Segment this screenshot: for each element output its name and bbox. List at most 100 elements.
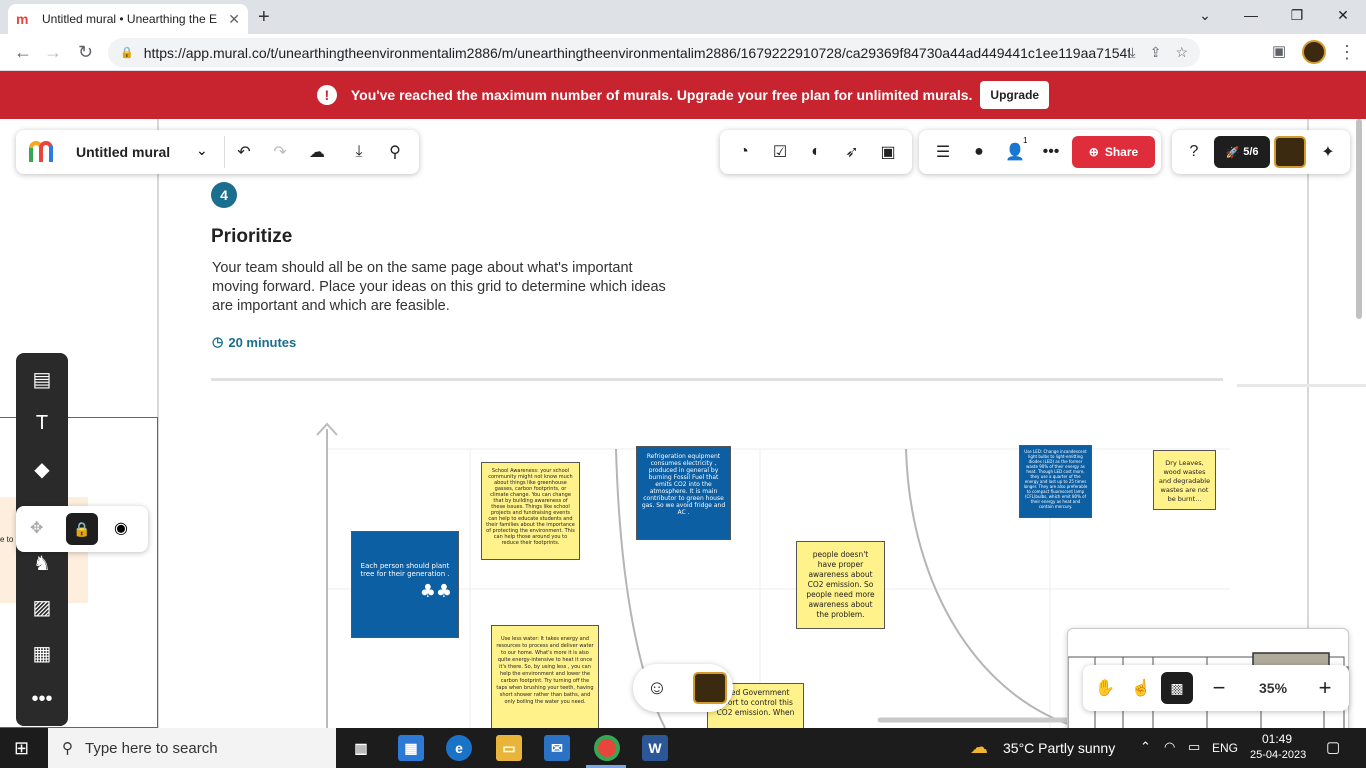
zoom-out-icon[interactable]: − bbox=[1201, 670, 1237, 706]
help-icon[interactable]: ? bbox=[1176, 134, 1212, 170]
install-icon[interactable]: ⤓ bbox=[1130, 44, 1136, 61]
side-panel-icon[interactable]: ▣ bbox=[1272, 42, 1286, 60]
search-icon[interactable]: ⚲ bbox=[377, 134, 413, 170]
close-tab-icon[interactable]: ✕ bbox=[228, 11, 240, 28]
tab-title: Untitled mural • Unearthing the E bbox=[42, 12, 217, 26]
zoom-in-icon[interactable]: + bbox=[1307, 670, 1343, 706]
upgrade-banner: ! You've reached the maximum number of m… bbox=[0, 71, 1366, 119]
browser-tab[interactable]: m Untitled mural • Unearthing the E ✕ bbox=[8, 4, 248, 34]
mural-title-bar: Untitled mural ⌄ ↶ ↷ ☁ ⤓ ⚲ bbox=[16, 130, 419, 174]
clock-time[interactable]: 01:49 bbox=[1262, 732, 1292, 746]
shapes-icon[interactable]: ◆ bbox=[24, 451, 60, 487]
redo-icon[interactable]: ↷ bbox=[262, 134, 298, 170]
divider bbox=[224, 136, 225, 168]
area-controls: ✥ 🔒 ◉ bbox=[16, 506, 148, 552]
weather-icon: ☁ bbox=[970, 737, 988, 757]
new-tab-icon[interactable]: + bbox=[258, 6, 270, 29]
edge-icon[interactable]: e bbox=[446, 735, 472, 761]
mural-canvas[interactable]: e to rees e, o rten our ✹ 4 Prioritize Y… bbox=[0, 119, 1366, 728]
help-toolbar: ? 🚀 5/6 ✦ bbox=[1172, 130, 1350, 174]
mural-title[interactable]: Untitled mural bbox=[76, 144, 170, 160]
store-icon[interactable]: ▦ bbox=[398, 735, 424, 761]
share-page-icon[interactable]: ⇪ bbox=[1150, 44, 1162, 61]
reload-icon[interactable]: ↻ bbox=[78, 42, 93, 63]
rocket-icon: 🚀 bbox=[1225, 146, 1240, 159]
more-tools-icon[interactable]: ••• bbox=[24, 681, 60, 717]
sticky-note[interactable]: Refrigeration equipment consumes electri… bbox=[636, 446, 731, 540]
move-icon[interactable]: ✥ bbox=[30, 518, 43, 538]
file-explorer-icon[interactable]: ▭ bbox=[496, 735, 522, 761]
tab-search-icon[interactable]: ⌄ bbox=[1182, 0, 1228, 30]
browser-tab-bar: m Untitled mural • Unearthing the E ✕ + … bbox=[0, 0, 1366, 34]
voting-icon[interactable]: ☑ bbox=[762, 134, 798, 170]
user-avatar[interactable] bbox=[693, 672, 727, 704]
sparkle-icon[interactable]: ✦ bbox=[1310, 134, 1346, 170]
weather-text[interactable]: 35°C Partly sunny bbox=[1003, 740, 1115, 756]
network-icon[interactable]: ◠ bbox=[1164, 739, 1175, 755]
bookmark-star-icon[interactable]: ☆ bbox=[1175, 44, 1188, 61]
private-mode-icon[interactable]: ◐ bbox=[798, 134, 834, 170]
restore-icon[interactable]: ❐ bbox=[1274, 0, 1320, 30]
lock-area-icon[interactable]: 🔒 bbox=[66, 513, 98, 545]
share-button[interactable]: ⊕ Share bbox=[1072, 136, 1155, 168]
sticky-note[interactable]: Each person should plant tree for their … bbox=[351, 531, 459, 638]
map-icon[interactable]: ▩ bbox=[1161, 672, 1193, 704]
undo-icon[interactable]: ↶ bbox=[226, 134, 262, 170]
profile-avatar[interactable] bbox=[1302, 40, 1326, 64]
hand-icon[interactable]: ✋ bbox=[1087, 670, 1123, 706]
emoji-icon[interactable]: ☺ bbox=[639, 670, 675, 706]
comments-icon[interactable]: ● bbox=[961, 134, 997, 170]
sticky-note[interactable]: Use less water: It takes energy and reso… bbox=[491, 625, 599, 728]
task-view-icon[interactable]: ▥ bbox=[348, 735, 374, 761]
windows-start-icon[interactable]: ⊞ bbox=[14, 738, 29, 759]
vertical-scrollbar[interactable] bbox=[1356, 119, 1362, 319]
browser-menu-icon[interactable]: ⋮ bbox=[1338, 42, 1356, 63]
chrome-icon[interactable] bbox=[594, 735, 620, 761]
windows-taskbar: ⊞ ⚲ Type here to search ▥ ▦ e ▭ ✉ W ☁ 35… bbox=[0, 728, 1366, 768]
search-icon: ⚲ bbox=[62, 740, 73, 757]
sticky-note[interactable]: Use LED: Change incandescent light bulbs… bbox=[1019, 445, 1092, 518]
forward-icon[interactable]: → bbox=[44, 42, 62, 63]
chevron-down-icon[interactable]: ⌄ bbox=[196, 142, 208, 159]
sticky-note-icon[interactable]: ▤ bbox=[24, 361, 60, 397]
address-bar-row: ← → ↻ 🔒 https://app.mural.co/t/unearthin… bbox=[0, 34, 1366, 71]
text-icon[interactable]: T bbox=[24, 405, 60, 441]
sticky-note[interactable]: Dry Leaves, wood wastes and degradable w… bbox=[1153, 450, 1216, 510]
timer-icon[interactable]: ◔ bbox=[726, 134, 762, 170]
members-count-badge: 1 bbox=[1023, 136, 1028, 145]
chevron-up-icon[interactable]: ⌃ bbox=[1140, 739, 1151, 755]
url-field[interactable]: 🔒 https://app.mural.co/t/unearthingtheen… bbox=[108, 38, 1200, 67]
add-user-icon: ⊕ bbox=[1088, 145, 1099, 159]
outline-icon[interactable]: ☰ bbox=[925, 134, 961, 170]
taskbar-search[interactable]: ⚲ Type here to search bbox=[48, 728, 336, 768]
window-close-icon[interactable]: ✕ bbox=[1320, 0, 1366, 30]
lock-icon: 🔒 bbox=[120, 47, 134, 59]
minimize-icon[interactable]: — bbox=[1228, 0, 1274, 30]
more-options-icon[interactable]: ••• bbox=[1033, 134, 1069, 170]
select-hand-icon[interactable]: ☝ bbox=[1123, 670, 1159, 706]
battery-icon[interactable]: ▭ bbox=[1188, 739, 1200, 755]
reactions-bar: ☺ bbox=[633, 664, 733, 712]
word-icon[interactable]: W bbox=[642, 735, 668, 761]
notifications-icon[interactable]: ▢ bbox=[1326, 738, 1340, 756]
mural-logo-icon bbox=[29, 141, 53, 162]
sticky-note[interactable]: School Awareness: your school community … bbox=[481, 462, 580, 560]
mail-icon[interactable]: ✉ bbox=[544, 735, 570, 761]
image-icon[interactable]: ▨ bbox=[24, 589, 60, 625]
back-icon[interactable]: ← bbox=[14, 42, 32, 63]
language-indicator[interactable]: ENG bbox=[1212, 741, 1238, 755]
upgrade-button[interactable]: Upgrade bbox=[980, 81, 1050, 109]
mural-favicon-icon: m bbox=[16, 11, 29, 27]
tree-icon: ♣♣ bbox=[419, 581, 452, 602]
user-avatar[interactable] bbox=[1274, 136, 1306, 168]
clock-date[interactable]: 25-04-2023 bbox=[1250, 749, 1306, 761]
onboarding-progress-button[interactable]: 🚀 5/6 bbox=[1214, 136, 1270, 168]
download-icon[interactable]: ⤓ bbox=[341, 134, 377, 170]
visibility-icon[interactable]: ◉ bbox=[114, 518, 128, 538]
cloud-sync-icon: ☁ bbox=[309, 144, 325, 161]
apps-grid-icon[interactable]: ▦ bbox=[24, 635, 60, 671]
laser-pointer-icon[interactable]: ➶ bbox=[834, 134, 870, 170]
members-icon[interactable]: 👤 bbox=[997, 134, 1033, 170]
toolkit-icon[interactable]: ▣ bbox=[870, 134, 906, 170]
sticky-note[interactable]: people doesn't have proper awareness abo… bbox=[796, 541, 885, 629]
